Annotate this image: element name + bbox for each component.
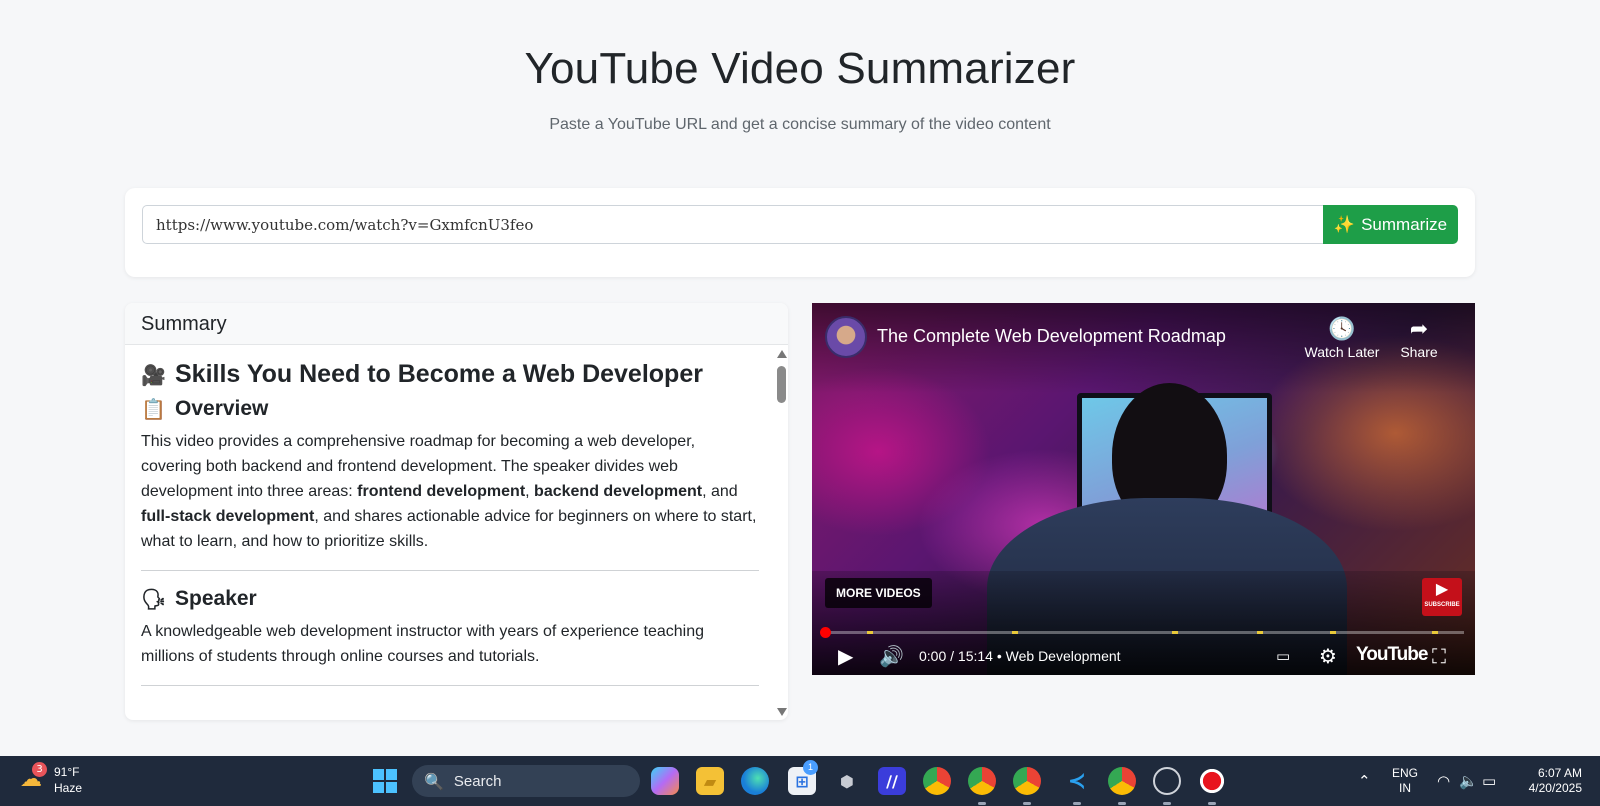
overview-heading-text: Overview: [175, 397, 269, 420]
weather-temp: 91°F: [54, 765, 80, 779]
running-indicator: [1163, 802, 1171, 805]
search-icon: 🔍: [424, 771, 444, 791]
clock-icon: 🕓: [1328, 317, 1356, 342]
summary-content[interactable]: 🎥 Skills You Need to Become a Web Develo…: [125, 346, 775, 720]
clipboard-icon: 📋: [141, 397, 166, 421]
page-title: YouTube Video Summarizer: [524, 44, 1076, 93]
time-display: 0:00 / 15:14 • Web Development: [919, 648, 1121, 664]
speaker-heading: 🗣 Speaker: [141, 587, 759, 611]
player-controls: ▶ 🔊 0:00 / 15:14 • Web Development ▭ ⚙ Y…: [812, 640, 1475, 672]
summarize-button-label: Summarize: [1361, 214, 1448, 234]
url-form-card: ✨ Summarize: [125, 188, 1475, 277]
system-clock[interactable]: 6:07 AM 4/20/2025: [1520, 766, 1582, 796]
running-indicator: [1118, 802, 1126, 805]
battery-icon[interactable]: ▭: [1482, 756, 1496, 806]
play-icon[interactable]: ▶: [838, 640, 853, 672]
overview-paragraph: This video provides a comprehensive road…: [141, 433, 757, 550]
chrome-profile-icon[interactable]: [1108, 767, 1136, 795]
overview-heading: 📋 Overview: [141, 397, 759, 421]
chapter-marker: [1432, 631, 1438, 634]
chrome-icon[interactable]: [923, 767, 951, 795]
screen-recorder-icon[interactable]: [1198, 767, 1226, 795]
watch-later-label: Watch Later: [1304, 344, 1380, 360]
wifi-icon[interactable]: ◠: [1437, 756, 1450, 806]
chapter-title[interactable]: Web Development: [1006, 648, 1121, 664]
scroll-up-arrow-icon[interactable]: [777, 350, 787, 358]
more-videos-button[interactable]: MORE VIDEOS: [825, 578, 932, 608]
chapter-marker: [867, 631, 873, 634]
frontend-term: frontend development: [357, 483, 526, 500]
taskbar-search[interactable]: 🔍 Search: [412, 765, 640, 797]
weather-desc: Haze: [54, 781, 83, 795]
summarize-button[interactable]: ✨ Summarize: [1323, 205, 1458, 244]
volume-icon[interactable]: 🔊: [879, 640, 904, 672]
summary-header: Summary: [125, 303, 788, 345]
windows-start-icon[interactable]: [373, 769, 397, 793]
chapter-marker: [1330, 631, 1336, 634]
file-explorer-icon[interactable]: ▰: [696, 767, 724, 795]
share-arrow-icon: ➦: [1409, 317, 1429, 342]
fullscreen-icon[interactable]: ⛶: [1432, 640, 1446, 672]
backend-term: backend development: [534, 483, 703, 500]
app-hexagon-icon[interactable]: ⬢: [833, 767, 861, 795]
speaker-paragraph: A knowledgeable web development instruct…: [141, 623, 704, 665]
progress-scrubber[interactable]: [820, 627, 831, 638]
speaker-heading-text: Speaker: [175, 587, 257, 610]
summary-scrollbar[interactable]: [775, 346, 788, 720]
subscribe-watermark[interactable]: ▶ SUBSCRIBE: [1422, 578, 1462, 616]
summary-title-text: Skills You Need to Become a Web Develope…: [175, 360, 703, 388]
youtube-video-player[interactable]: The Complete Web Development Roadmap 🕓 W…: [812, 303, 1475, 675]
chrome-profile-icon[interactable]: [1013, 767, 1041, 795]
copilot-icon[interactable]: [651, 767, 679, 795]
gear-icon[interactable]: ⚙: [1319, 640, 1337, 672]
edge-browser-icon[interactable]: [741, 767, 769, 795]
chapter-marker: [1172, 631, 1178, 634]
share-button[interactable]: ➦ Share: [1394, 316, 1444, 360]
subscribe-play-icon: ▶: [1435, 579, 1449, 598]
weather-badge: 3: [32, 762, 47, 777]
page-subtitle: Paste a YouTube URL and get a concise su…: [549, 116, 1051, 133]
channel-avatar[interactable]: [825, 316, 867, 358]
captions-icon[interactable]: ▭: [1276, 640, 1290, 672]
visual-studio-icon[interactable]: ∕∕: [878, 767, 906, 795]
running-indicator: [1023, 802, 1031, 805]
vscode-icon[interactable]: ≺: [1063, 767, 1091, 795]
obs-icon[interactable]: [1153, 767, 1181, 795]
sparkles-icon: ✨: [1333, 214, 1356, 234]
chapter-marker: [1257, 631, 1263, 634]
haze-weather-icon: ☁ 3: [20, 762, 47, 793]
speaker-icon[interactable]: 🔈: [1459, 756, 1478, 806]
section-divider: [141, 685, 759, 686]
section-divider: [141, 570, 759, 571]
subscribe-label: SUBSCRIBE: [1424, 602, 1460, 608]
video-title[interactable]: The Complete Web Development Roadmap: [877, 326, 1226, 347]
language-indicator[interactable]: ENG IN: [1392, 766, 1418, 796]
progress-bar[interactable]: [824, 631, 1464, 634]
search-label: Search: [453, 772, 502, 790]
share-label: Share: [1400, 344, 1438, 360]
movie-camera-icon: 🎥: [141, 362, 166, 387]
weather-widget[interactable]: ☁ 3 91°F Haze: [20, 762, 83, 796]
watch-later-button[interactable]: 🕓 Watch Later: [1302, 316, 1382, 360]
chevron-up-icon[interactable]: ⌃: [1358, 756, 1371, 806]
fullstack-term: full-stack development: [141, 508, 315, 525]
store-badge: 1: [803, 760, 818, 775]
scroll-thumb[interactable]: [777, 366, 786, 403]
running-indicator: [1073, 802, 1081, 805]
summary-title: 🎥 Skills You Need to Become a Web Develo…: [141, 360, 759, 389]
chrome-profile-icon[interactable]: [968, 767, 996, 795]
chapter-marker: [1012, 631, 1018, 634]
running-indicator: [1208, 802, 1216, 805]
windows-taskbar: ☁ 3 91°F Haze 🔍 Search ▰ ⊞ 1 ⬢ ∕∕ ≺ ⌃ EN…: [0, 756, 1600, 806]
scroll-down-arrow-icon[interactable]: [777, 708, 787, 716]
summary-card: Summary 🎥 Skills You Need to Become a We…: [125, 303, 788, 720]
youtube-url-input[interactable]: [142, 205, 1328, 244]
running-indicator: [978, 802, 986, 805]
speaking-head-icon: 🗣: [141, 587, 167, 611]
youtube-logo[interactable]: YouTube: [1356, 644, 1428, 666]
